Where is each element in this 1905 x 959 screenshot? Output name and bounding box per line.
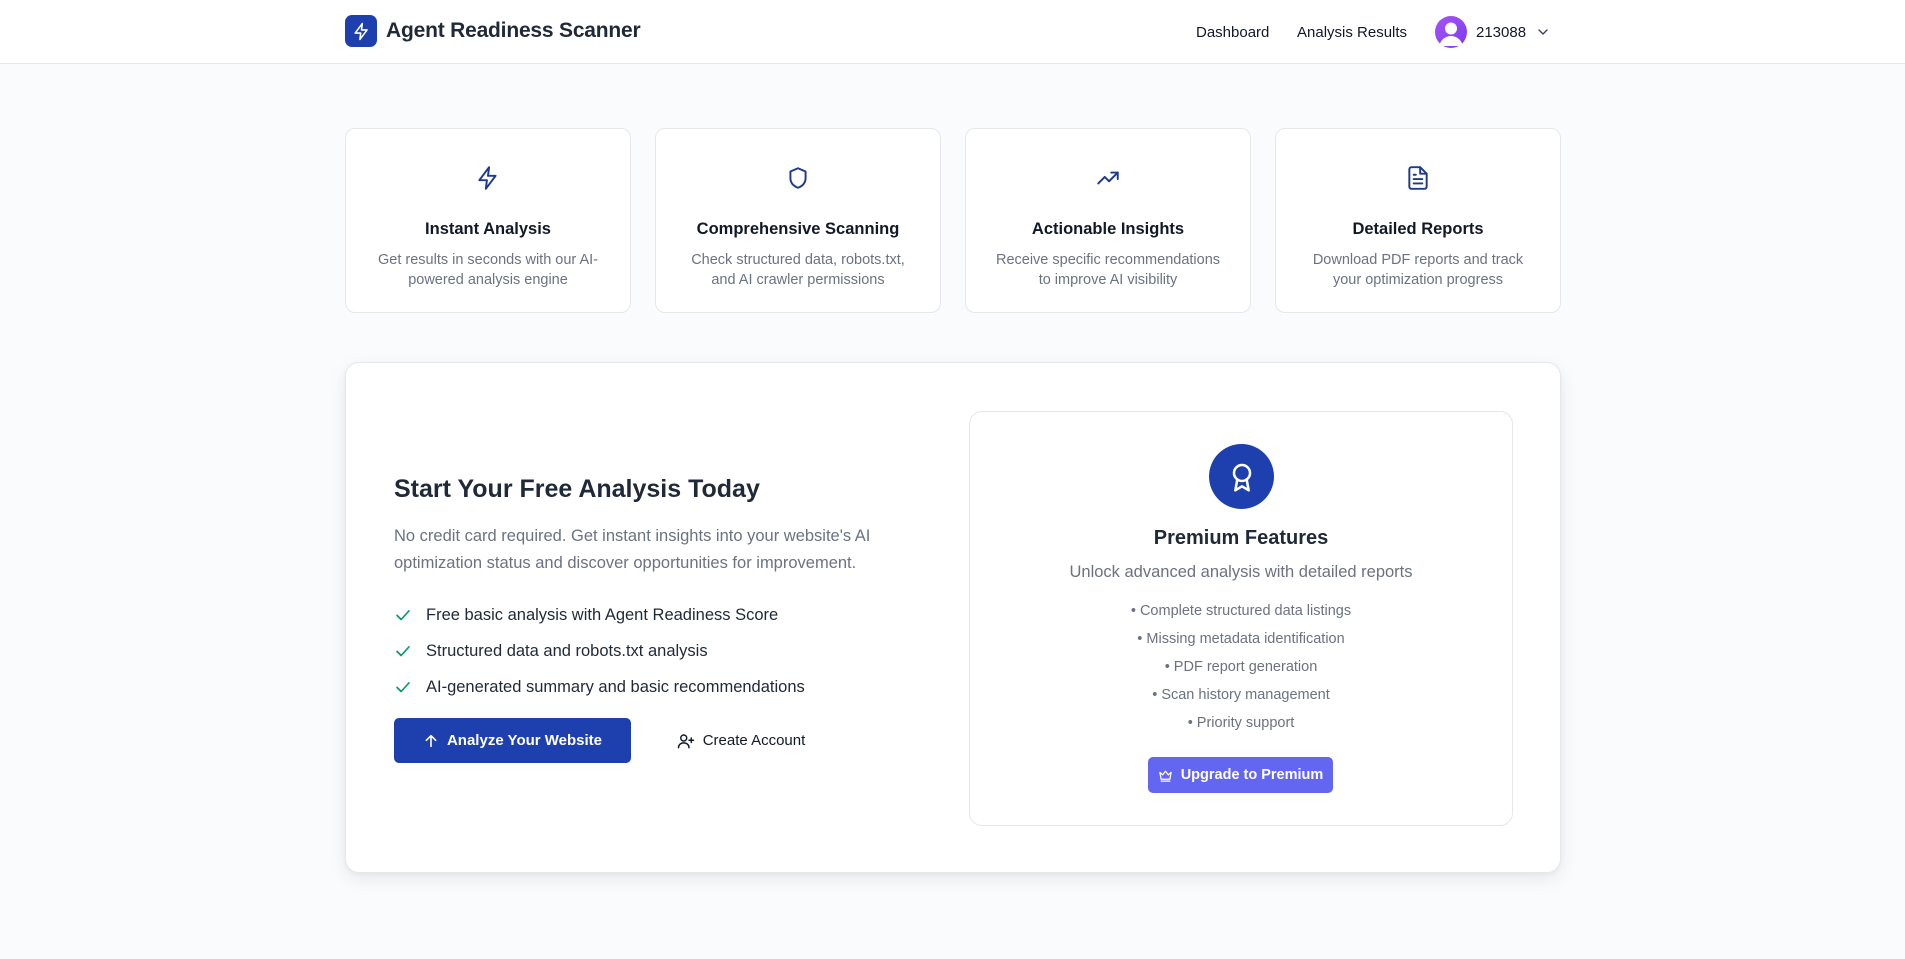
crown-icon (1158, 768, 1173, 783)
free-analysis-card: Start Your Free Analysis Today No credit… (345, 362, 1561, 873)
nav-dashboard[interactable]: Dashboard (1196, 24, 1269, 41)
brand-name: Agent Readiness Scanner (386, 19, 641, 42)
shield-icon (656, 165, 940, 191)
document-icon (1276, 165, 1560, 191)
list-item-label: AI-generated summary and basic recommend… (426, 677, 805, 696)
feature-card-comprehensive-scanning: Comprehensive Scanning Check structured … (655, 128, 941, 313)
list-item: Free basic analysis with Agent Readiness… (394, 597, 805, 633)
list-item: • Missing metadata identification (1137, 631, 1345, 647)
feature-title: Actionable Insights (1031, 220, 1185, 238)
list-item-label: Free basic analysis with Agent Readiness… (426, 605, 779, 624)
feature-card-detailed-reports: Detailed Reports Download PDF reports an… (1275, 128, 1561, 313)
user-avatar-icon (1435, 16, 1467, 48)
check-icon (394, 678, 412, 696)
list-item: • PDF report generation (1164, 659, 1318, 675)
create-account-label: Create Account (702, 732, 806, 749)
list-item: AI-generated summary and basic recommend… (394, 669, 805, 705)
create-account-button[interactable]: Create Account (666, 718, 816, 763)
check-icon (394, 606, 412, 624)
user-plus-icon (677, 732, 695, 750)
check-icon (394, 642, 412, 660)
cta-title: Start Your Free Analysis Today (394, 475, 760, 503)
feature-title: Detailed Reports (1352, 220, 1484, 238)
free-features-list: Free basic analysis with Agent Readiness… (394, 597, 805, 705)
feature-description: Check structured data, robots.txt, and A… (691, 252, 905, 288)
nav-dashboard-wrapper: Dashboard (1196, 0, 1269, 64)
list-item: • Priority support (1187, 715, 1295, 731)
upgrade-premium-label: Upgrade to Premium (1180, 767, 1324, 783)
list-item: • Scan history management (1152, 687, 1330, 703)
cta-description: No credit card required. Get instant ins… (394, 527, 871, 572)
list-item: Structured data and robots.txt analysis (394, 633, 805, 669)
arrow-up-icon (423, 733, 439, 749)
analyze-website-button[interactable]: Analyze Your Website (394, 718, 631, 763)
feature-description: Receive specific recommendations to impr… (995, 252, 1221, 288)
premium-subtitle: Unlock advanced analysis with detailed r… (1069, 563, 1413, 581)
chevron-down-icon (1535, 24, 1551, 40)
feature-title: Comprehensive Scanning (696, 220, 900, 238)
premium-features-list: • Complete structured data listings • Mi… (970, 597, 1512, 737)
feature-description: Download PDF reports and track your opti… (1312, 252, 1524, 288)
feature-description: Get results in seconds with our AI-power… (377, 252, 598, 288)
top-navbar: Agent Readiness Scanner Dashboard Analys… (0, 0, 1905, 64)
brand[interactable]: Agent Readiness Scanner (345, 15, 641, 47)
feature-card-instant-analysis: Instant Analysis Get results in seconds … (345, 128, 631, 313)
nav-analysis-results[interactable]: Analysis Results (1297, 24, 1407, 41)
lightning-icon (345, 15, 377, 47)
user-id: 213088 (1476, 23, 1527, 41)
list-item-label: Structured data and robots.txt analysis (426, 641, 708, 660)
upgrade-premium-button[interactable]: Upgrade to Premium (1148, 757, 1333, 793)
award-icon (1209, 444, 1274, 509)
premium-features-panel: Premium Features Unlock advanced analysi… (969, 411, 1513, 826)
premium-title: Premium Features (1153, 527, 1329, 549)
analyze-website-label: Analyze Your Website (446, 732, 603, 749)
user-menu[interactable]: 213088 (1435, 16, 1551, 48)
feature-card-actionable-insights: Actionable Insights Receive specific rec… (965, 128, 1251, 313)
nav-analysis-results-wrapper: Analysis Results (1297, 0, 1407, 64)
lightning-icon (346, 165, 630, 191)
feature-title: Instant Analysis (425, 220, 551, 238)
list-item: • Complete structured data listings (1130, 603, 1352, 619)
trending-up-icon (966, 165, 1250, 191)
